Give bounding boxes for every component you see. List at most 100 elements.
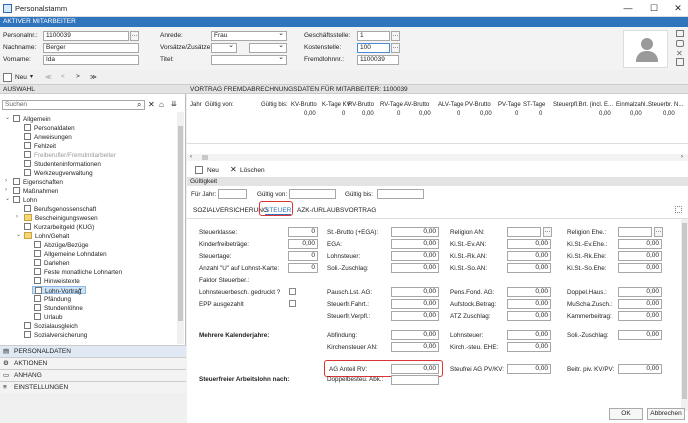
col-k-tage-kv[interactable]: K-Tage KV xyxy=(322,102,351,110)
avatar[interactable] xyxy=(623,30,668,68)
religion-an-lookup-button[interactable]: … xyxy=(543,227,552,237)
gueltig-bis-field[interactable] xyxy=(377,189,424,199)
personalnr-field[interactable]: 1100039 xyxy=(43,31,129,41)
photo-icon[interactable] xyxy=(676,30,684,37)
prev-record-button[interactable]: < xyxy=(61,73,65,80)
religion-an-field[interactable] xyxy=(507,227,541,237)
atz-zuschlag-field[interactable]: 0,00 xyxy=(507,311,551,321)
form-scrollbar[interactable] xyxy=(681,219,688,411)
expand-icon[interactable]: ⌄ xyxy=(16,232,22,239)
tree-item-werkzeugverwaltung[interactable]: Werkzeugverwaltung xyxy=(24,169,93,177)
maximize-icon[interactable]: ☐ xyxy=(646,2,662,14)
kist-ev-an-field[interactable]: 0,00 xyxy=(507,239,551,249)
search-input[interactable]: Suchen xyxy=(2,100,145,110)
nav-section-einstellungen[interactable]: ≡ EINSTELLUNGEN xyxy=(0,381,186,393)
col-steuerpfl-brt[interactable]: Steuerpfl.Brt. (incl. E... xyxy=(553,102,613,110)
tree-item-massnahmen[interactable]: Maßnahmen xyxy=(13,187,58,195)
cancel-button[interactable]: Abbrechen xyxy=(647,408,685,420)
titel-select[interactable] xyxy=(211,55,287,65)
scroll-left-icon[interactable]: ‹ xyxy=(190,154,192,160)
fuer-jahr-field[interactable] xyxy=(218,189,247,199)
tree-item-bescheinigungswesen[interactable]: Bescheinigungswesen xyxy=(24,214,98,222)
tree-item-sozialversicherung[interactable]: Sozialversicherung xyxy=(24,331,87,339)
first-record-button[interactable]: ≪ xyxy=(45,73,52,81)
tree-item-freiberufler[interactable]: Freiberufler/Fremdmitarbeiter xyxy=(24,151,116,159)
kostenstelle-field[interactable]: 100 xyxy=(357,43,390,53)
kist-so-an-field[interactable]: 0,00 xyxy=(507,263,551,273)
tree-item-allgemeine-lohndaten[interactable]: Allgemeine Lohndaten xyxy=(34,250,107,258)
tree-item-lohn[interactable]: Lohn xyxy=(13,196,37,204)
col-av-brutto[interactable]: AV-Brutto xyxy=(404,102,429,110)
kist-rk-ehe-field[interactable]: 0,00 xyxy=(618,251,662,261)
col-rv-brutto[interactable]: RV-Brutto xyxy=(348,102,374,110)
delete-row-button[interactable]: Löschen xyxy=(240,167,265,174)
expand-icon[interactable]: › xyxy=(16,214,22,221)
scrollbar-thumb[interactable] xyxy=(178,126,183,321)
doppel-haus-field[interactable]: 0,00 xyxy=(618,287,662,297)
vorsatz-select[interactable] xyxy=(211,43,237,53)
tree-item-fehlzeit[interactable]: Fehlzeit xyxy=(24,142,56,150)
close-icon[interactable]: ✕ xyxy=(670,2,686,14)
kist-so-ehe-field[interactable]: 0,00 xyxy=(618,263,662,273)
vortrag-grid[interactable]: Jahr Gültig von: Gültig bis: KV-Brutto K… xyxy=(187,94,688,144)
doppelbesteu-field[interactable] xyxy=(391,375,439,385)
tree-item-kurzarbeitgeld[interactable]: Kurzarbeitgeld (KUG) xyxy=(24,223,94,231)
steuerklasse-field[interactable]: 0 xyxy=(288,227,318,237)
new-record-icon[interactable] xyxy=(3,73,12,82)
tree-item-personaldaten[interactable]: Personaldaten xyxy=(24,124,75,132)
col-pv-tage[interactable]: PV-Tage xyxy=(498,102,521,110)
soli-zuschlag-mk-field[interactable]: 0,00 xyxy=(618,330,662,340)
save-photo-icon[interactable] xyxy=(676,58,684,66)
kostenstelle-lookup-button[interactable]: … xyxy=(391,43,400,53)
lohnsteuer-field[interactable]: 0,00 xyxy=(391,251,439,261)
col-pv-brutto[interactable]: PV-Brutto xyxy=(465,102,491,110)
tab-azk-urlaubsvortrag[interactable]: AZK-/URLAUBSVORTRAG xyxy=(297,207,376,214)
tree-item-studenteninformationen[interactable]: Studenteninformationen xyxy=(24,160,101,168)
steufrei-ag-pv-kv-field[interactable]: 0,00 xyxy=(507,364,551,374)
grid-hscrollbar[interactable]: ‹ › xyxy=(187,154,688,161)
col-rv-tage[interactable]: RV-Tage xyxy=(380,102,403,110)
tree-item-feste-lohnarten[interactable]: Feste monatliche Lohnarten xyxy=(34,268,122,276)
tree-item-anweisungen[interactable]: Anweisungen xyxy=(24,133,72,141)
fremdlohnnr-field[interactable]: 1100039 xyxy=(357,55,399,65)
ok-button[interactable]: OK xyxy=(609,408,643,420)
anrede-select[interactable]: Frau xyxy=(211,31,287,41)
camera-icon[interactable] xyxy=(676,40,684,47)
scrollbar-thumb[interactable] xyxy=(682,223,687,399)
nachname-field[interactable]: Berger xyxy=(43,43,139,53)
tree-item-urlaub[interactable]: Urlaub xyxy=(34,313,63,321)
col-einmalzahl[interactable]: Einmalzahl... xyxy=(616,102,650,110)
col-jahr[interactable]: Jahr xyxy=(190,102,202,110)
col-steuerbr-n[interactable]: Steuerbr. N... xyxy=(648,102,683,110)
lohnsteuer-mk-field[interactable]: 0,00 xyxy=(507,330,551,340)
new-dropdown-icon[interactable]: ▾ xyxy=(30,73,33,80)
personalnr-lookup-button[interactable]: … xyxy=(130,31,139,41)
kist-ev-ehe-field[interactable]: 0,00 xyxy=(618,239,662,249)
tree-item-pfaendung[interactable]: Pfändung xyxy=(34,295,71,303)
last-record-button[interactable]: ≫ xyxy=(90,73,97,81)
tree-item-lohn-gehalt[interactable]: Lohn/Gehalt xyxy=(24,232,69,240)
geschaeftsstelle-lookup-button[interactable]: … xyxy=(391,31,400,41)
pausch-lst-field[interactable]: 0,00 xyxy=(391,287,439,297)
kinderfreibetraege-field[interactable]: 0,00 xyxy=(288,239,318,249)
col-st-tage[interactable]: ST-Tage xyxy=(523,102,545,110)
steuertage-field[interactable]: 0 xyxy=(288,251,318,261)
abfindung-field[interactable]: 0,00 xyxy=(391,330,439,340)
tree-item-stundenloehne[interactable]: Stundenlöhne xyxy=(34,304,83,312)
grid-settings-icon[interactable] xyxy=(675,206,682,213)
scrollbar-thumb[interactable] xyxy=(202,155,208,160)
col-kv-brutto[interactable]: KV-Brutto xyxy=(291,102,317,110)
delete-photo-icon[interactable]: ✕ xyxy=(676,49,683,58)
tree-item-sozialausgleich[interactable]: Sozialausgleich xyxy=(24,322,78,330)
ega-field[interactable]: 0,00 xyxy=(391,239,439,249)
zusatz-select[interactable] xyxy=(249,43,287,53)
geschaeftsstelle-field[interactable]: 1 xyxy=(357,31,390,41)
tree-scrollbar[interactable] xyxy=(177,112,184,344)
tree-item-abzuege-bezuege[interactable]: Abzüge/Bezüge xyxy=(34,241,88,249)
tree-item-berufsgenossenschaft[interactable]: Berufsgenossenschaft xyxy=(24,205,96,213)
new-row-button[interactable]: Neu xyxy=(207,167,219,174)
col-gueltig-bis[interactable]: Gültig bis: xyxy=(261,102,288,110)
tree-item-eigenschaften[interactable]: Eigenschaften xyxy=(13,178,63,186)
expand-icon[interactable]: › xyxy=(5,178,11,185)
kammerbeitrag-field[interactable]: 0,00 xyxy=(618,311,662,321)
